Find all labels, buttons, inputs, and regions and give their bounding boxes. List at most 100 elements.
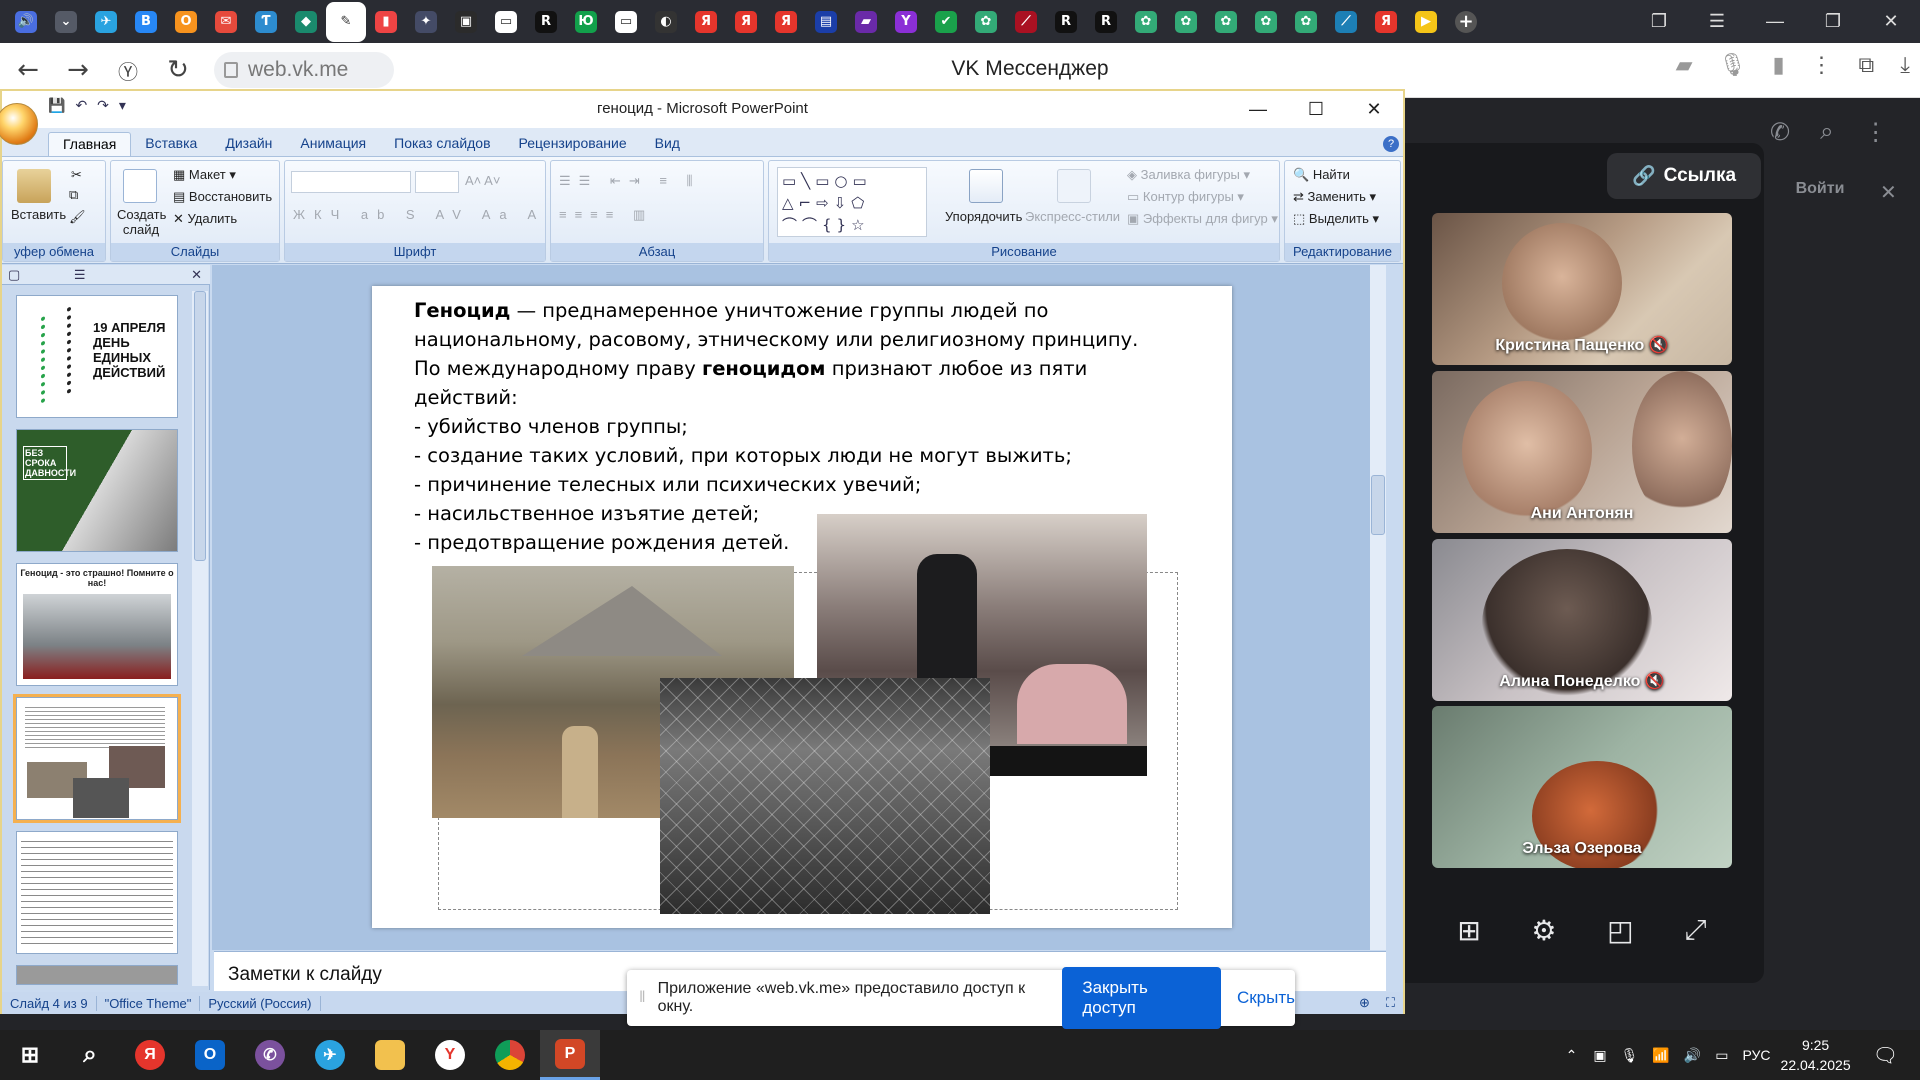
chevron-up-icon[interactable]: ⌃ xyxy=(1566,1047,1578,1064)
download-icon[interactable]: ⤓ xyxy=(1900,52,1910,78)
browser-tab[interactable]: ◆ xyxy=(286,2,326,42)
new-slide-button[interactable]: Создать слайд xyxy=(117,207,166,237)
customize-qat-icon[interactable]: ▾ xyxy=(119,97,126,114)
browser-tab[interactable]: Я xyxy=(766,2,806,42)
browser-tab[interactable]: О xyxy=(166,2,206,42)
copy-icon[interactable]: ⧉ xyxy=(69,187,78,203)
stop-sharing-button[interactable]: Закрыть доступ xyxy=(1062,967,1221,1029)
close-icon[interactable]: ✕ xyxy=(1880,180,1897,205)
wifi-icon[interactable]: 📶 xyxy=(1652,1047,1669,1064)
browser-tab[interactable]: R xyxy=(1046,2,1086,42)
link-button[interactable]: 🔗 Ссылка xyxy=(1607,153,1761,199)
browser-tab[interactable]: ⟋ xyxy=(1326,2,1366,42)
format-painter-icon[interactable]: 🖌 xyxy=(69,209,86,225)
grid-view-icon[interactable]: ⊞ xyxy=(1457,914,1480,947)
align-icons[interactable]: ≡≡≡≡ ▥ xyxy=(559,207,653,223)
drag-handle-icon[interactable]: ‖ xyxy=(639,989,646,1007)
tab-manager-icon[interactable]: ❐ xyxy=(1630,11,1688,32)
browser-tab[interactable]: Я xyxy=(1366,2,1406,42)
menu-icon[interactable]: ☰ xyxy=(1688,11,1746,32)
battery-icon[interactable]: ▭ xyxy=(1715,1047,1728,1064)
shape-fill-button[interactable]: ◈ Заливка фигуры ▾ xyxy=(1127,167,1250,183)
scroll-thumb[interactable] xyxy=(1371,475,1385,535)
reset-button[interactable]: ▤ Восстановить xyxy=(173,189,272,205)
minimize-icon[interactable]: — xyxy=(1229,99,1287,120)
slide-photo-barbed-wire[interactable] xyxy=(660,678,990,914)
delete-button[interactable]: ✕ Удалить xyxy=(173,211,237,227)
clock[interactable]: 9:25 22.04.2025 xyxy=(1781,1035,1851,1075)
browser-tab[interactable]: ▰ xyxy=(846,2,886,42)
slides-tab-icon[interactable]: ▢ xyxy=(8,267,20,282)
slide-canvas[interactable]: Геноцид — преднамеренное уничтожение гру… xyxy=(372,286,1232,928)
browser-tab[interactable]: ▭ xyxy=(606,2,646,42)
close-icon[interactable]: ✕ xyxy=(1862,11,1920,32)
browser-tab[interactable]: ✦ xyxy=(406,2,446,42)
phone-icon[interactable]: ✆ xyxy=(1770,118,1790,147)
slide-thumbnail-4[interactable] xyxy=(13,694,181,823)
undo-icon[interactable]: ↶ xyxy=(75,97,87,114)
browser-tab[interactable]: В xyxy=(126,2,166,42)
collections-icon[interactable]: ⧉ xyxy=(1859,52,1875,78)
browser-tab[interactable]: ▭ xyxy=(486,2,526,42)
grow-font-icon[interactable]: A˄ A˅ xyxy=(465,173,500,188)
volume-icon[interactable]: 🔊 xyxy=(1684,1047,1701,1064)
font-size-field[interactable] xyxy=(415,171,459,193)
more-icon[interactable]: ⋮ xyxy=(1864,118,1888,147)
shapes-gallery[interactable]: ▭╲▭○▭ △⌐⇨⇩⬠ ⌒⌒{}☆ xyxy=(777,167,927,237)
taskbar-powerpoint[interactable]: P xyxy=(540,1030,600,1080)
taskbar-telegram[interactable]: ✈ xyxy=(300,1030,360,1080)
browser-tab[interactable]: 🔊 xyxy=(6,2,46,42)
thumbnails-scrollbar[interactable] xyxy=(192,291,208,986)
browser-tab[interactable]: R xyxy=(1086,2,1126,42)
pip-icon[interactable]: ◰ xyxy=(1607,914,1633,947)
help-icon[interactable]: ? xyxy=(1383,136,1399,152)
browser-tab[interactable]: ▤ xyxy=(806,2,846,42)
forward-icon[interactable]: → xyxy=(56,48,100,92)
settings-icon[interactable]: ⚙ xyxy=(1531,914,1556,947)
font-format-icons[interactable]: ЖКЧ ab S AV Aa A xyxy=(293,207,545,222)
fullscreen-icon[interactable]: ⤢ xyxy=(1684,914,1706,947)
select-button[interactable]: ⬚ Выделить ▾ xyxy=(1293,211,1379,227)
search-button[interactable]: ⌕ xyxy=(60,1030,120,1080)
browser-tab[interactable]: ▮ xyxy=(366,2,406,42)
taskbar-explorer[interactable] xyxy=(360,1030,420,1080)
notifications-icon[interactable]: 🗨 xyxy=(1873,1043,1898,1068)
ribbon-tab[interactable]: Вставка xyxy=(131,132,211,156)
browser-tab[interactable]: ▶ xyxy=(1406,2,1446,42)
browser-tab[interactable]: ⟋ xyxy=(1006,2,1046,42)
new-tab-button[interactable]: + xyxy=(1446,2,1486,42)
browser-tab[interactable]: ✎ xyxy=(326,1,366,42)
slide-thumbnail-1[interactable]: 19 АПРЕЛЯ ДЕНЬ ЕДИНЫХ ДЕЙСТВИЙ xyxy=(16,295,178,418)
browser-tab[interactable]: Y xyxy=(886,2,926,42)
browser-tab[interactable]: Я xyxy=(686,2,726,42)
browser-tab[interactable]: ▣ xyxy=(446,2,486,42)
slide-scrollbar[interactable] xyxy=(1370,265,1386,950)
ribbon-tab[interactable]: Дизайн xyxy=(211,132,286,156)
slide-thumbnail-3[interactable]: Геноцид - это страшно! Помните о нас! xyxy=(16,563,178,686)
bookmark-icon[interactable]: ▮ xyxy=(1772,52,1784,78)
browser-tab[interactable]: ◐ xyxy=(646,2,686,42)
quick-styles-button[interactable]: Экспресс-стили xyxy=(1025,209,1120,224)
browser-tab[interactable]: ✿ xyxy=(1126,2,1166,42)
taskbar-outlook[interactable]: O xyxy=(180,1030,240,1080)
list-icons[interactable]: ☰☰ ⇤⇥ ≡ ⫼ xyxy=(559,173,701,189)
browser-tab[interactable]: ✔ xyxy=(926,2,966,42)
maximize-icon[interactable]: ☐ xyxy=(1287,99,1345,120)
ribbon-tab[interactable]: Рецензирование xyxy=(505,132,641,156)
taskbar-viber[interactable]: ✆ xyxy=(240,1030,300,1080)
browser-tab[interactable]: ✿ xyxy=(1246,2,1286,42)
browser-tab[interactable]: ⌄ xyxy=(46,2,86,42)
paste-button[interactable]: Вставить xyxy=(11,207,66,222)
font-name-field[interactable] xyxy=(291,171,411,193)
taskbar-chrome[interactable] xyxy=(480,1030,540,1080)
zoom-in-icon[interactable]: ⊕ xyxy=(1351,995,1378,1011)
slide-thumbnail-5[interactable] xyxy=(16,831,178,954)
browser-tab[interactable]: ✿ xyxy=(966,2,1006,42)
ribbon-tab[interactable]: Анимация xyxy=(286,132,380,156)
slide-thumbnail-2[interactable]: БЕЗ СРОКА ДАВНОСТИ xyxy=(16,429,178,552)
hide-notification-link[interactable]: Скрыть xyxy=(1237,988,1295,1008)
camera-icon[interactable]: ▰ xyxy=(1676,52,1693,78)
shape-effects-button[interactable]: ▣ Эффекты для фигур ▾ xyxy=(1127,211,1278,227)
cut-icon[interactable]: ✂ xyxy=(71,167,82,183)
shape-outline-button[interactable]: ▭ Контур фигуры ▾ xyxy=(1127,189,1244,205)
